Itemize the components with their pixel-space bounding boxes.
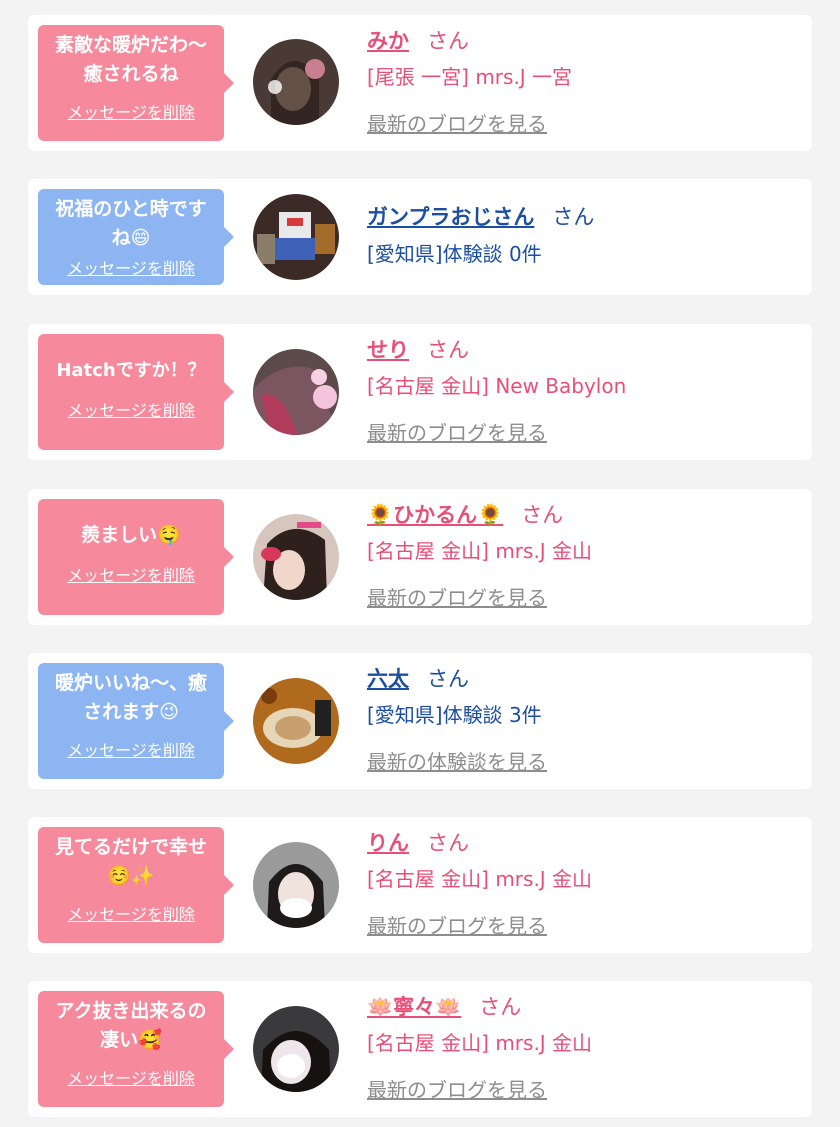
name-row: 🪷寧々🪷 さん [367, 993, 521, 1021]
avatar[interactable] [253, 39, 339, 125]
name-row: りん さん [367, 829, 469, 857]
honorific: さん [427, 29, 469, 53]
list-item: 祝福のひと時です ね😄 メッセージを削除 ガンプラおじさん さん [愛知県]体験談… [28, 179, 812, 295]
user-name-link[interactable]: せり [367, 338, 409, 362]
message-text: 暖炉いいね〜、癒 されます😉 [54, 672, 207, 723]
message-bubble: 見てるだけで幸せ ☺️✨ メッセージを削除 [38, 827, 234, 943]
avatar[interactable] [253, 349, 339, 435]
message-bubble: 暖炉いいね〜、癒 されます😉 メッセージを削除 [38, 663, 234, 779]
avatar[interactable] [253, 678, 339, 764]
latest-blog-link[interactable]: 最新のブログを見る [367, 585, 547, 611]
list-item: Hatchですか！？ メッセージを削除 せり さん [名古屋 金山] New Ba… [28, 324, 812, 460]
name-row: 六太 さん [367, 665, 469, 693]
shop-info: [名古屋 金山] New Babylon [367, 374, 627, 398]
shop-info: [尾張 一宮] mrs.J 一宮 [367, 65, 573, 89]
shop-info: [名古屋 金山] mrs.J 金山 [367, 1031, 593, 1055]
user-name-link[interactable]: 🌻ひかるん🌻 [367, 503, 503, 527]
message-text: 羨ましい🤤 [81, 524, 181, 546]
message-bubble: 祝福のひと時です ね😄 メッセージを削除 [38, 189, 234, 285]
user-name-link[interactable]: りん [367, 831, 409, 855]
message-text: 素敵な暖炉だわ〜 癒されるね [54, 34, 207, 85]
honorific: さん [479, 995, 522, 1019]
avatar[interactable] [253, 514, 339, 600]
latest-blog-link[interactable]: 最新のブログを見る [367, 913, 547, 939]
user-name-link[interactable]: 六太 [367, 667, 409, 691]
list-item: 見てるだけで幸せ ☺️✨ メッセージを削除 りん さん [名古屋 金山] mrs.… [28, 817, 812, 953]
list-item: 素敵な暖炉だわ〜 癒されるね メッセージを削除 みか さん [尾張 一宮] mrs… [28, 15, 812, 151]
name-row: ガンプラおじさん さん [367, 203, 594, 231]
avatar[interactable] [253, 1006, 339, 1092]
honorific: さん [427, 831, 469, 855]
shop-info: [名古屋 金山] mrs.J 金山 [367, 539, 593, 563]
delete-message-link[interactable]: メッセージを削除 [38, 1065, 224, 1089]
message-bubble: Hatchですか！？ メッセージを削除 [38, 334, 234, 450]
message-text: 見てるだけで幸せ ☺️✨ [54, 836, 207, 887]
latest-review-link[interactable]: 最新の体験談を見る [367, 749, 547, 775]
name-row: みか さん [367, 27, 469, 55]
message-text: Hatchですか！？ [56, 360, 206, 381]
delete-message-link[interactable]: メッセージを削除 [38, 255, 224, 279]
latest-blog-link[interactable]: 最新のブログを見る [367, 111, 547, 137]
honorific: さん [521, 503, 564, 527]
message-bubble: アク抜き出来るの 凄い🥰 メッセージを削除 [38, 991, 234, 1107]
delete-message-link[interactable]: メッセージを削除 [38, 99, 224, 123]
latest-blog-link[interactable]: 最新のブログを見る [367, 1077, 547, 1103]
delete-message-link[interactable]: メッセージを削除 [38, 397, 224, 421]
name-row: せり さん [367, 336, 469, 364]
latest-blog-link[interactable]: 最新のブログを見る [367, 420, 547, 446]
list-item: 羨ましい🤤 メッセージを削除 🌻ひかるん🌻 さん [名古屋 金山] mrs.J 金… [28, 489, 812, 625]
honorific: さん [427, 667, 469, 691]
user-name-link[interactable]: みか [367, 29, 409, 53]
shop-info: [愛知県]体験談 3件 [367, 703, 542, 727]
message-text: アク抜き出来るの 凄い🥰 [55, 1000, 207, 1051]
delete-message-link[interactable]: メッセージを削除 [38, 737, 224, 761]
list-item: 暖炉いいね〜、癒 されます😉 メッセージを削除 六太 さん [愛知県]体験談 3件… [28, 653, 812, 789]
list-item: アク抜き出来るの 凄い🥰 メッセージを削除 🪷寧々🪷 さん [名古屋 金山] mr… [28, 981, 812, 1117]
avatar[interactable] [253, 842, 339, 928]
name-row: 🌻ひかるん🌻 さん [367, 501, 563, 529]
delete-message-link[interactable]: メッセージを削除 [38, 562, 224, 586]
honorific: さん [427, 338, 469, 362]
message-list: 素敵な暖炉だわ〜 癒されるね メッセージを削除 みか さん [尾張 一宮] mrs… [0, 0, 840, 1127]
honorific: さん [552, 205, 595, 229]
shop-info: [愛知県]体験談 0件 [367, 242, 542, 266]
user-name-link[interactable]: 🪷寧々🪷 [367, 995, 461, 1019]
avatar[interactable] [253, 194, 339, 280]
shop-info: [名古屋 金山] mrs.J 金山 [367, 867, 593, 891]
user-name-link[interactable]: ガンプラおじさん [367, 205, 534, 229]
message-bubble: 羨ましい🤤 メッセージを削除 [38, 499, 234, 615]
message-bubble: 素敵な暖炉だわ〜 癒されるね メッセージを削除 [38, 25, 234, 141]
delete-message-link[interactable]: メッセージを削除 [38, 901, 224, 925]
message-text: 祝福のひと時です ね😄 [55, 198, 207, 249]
